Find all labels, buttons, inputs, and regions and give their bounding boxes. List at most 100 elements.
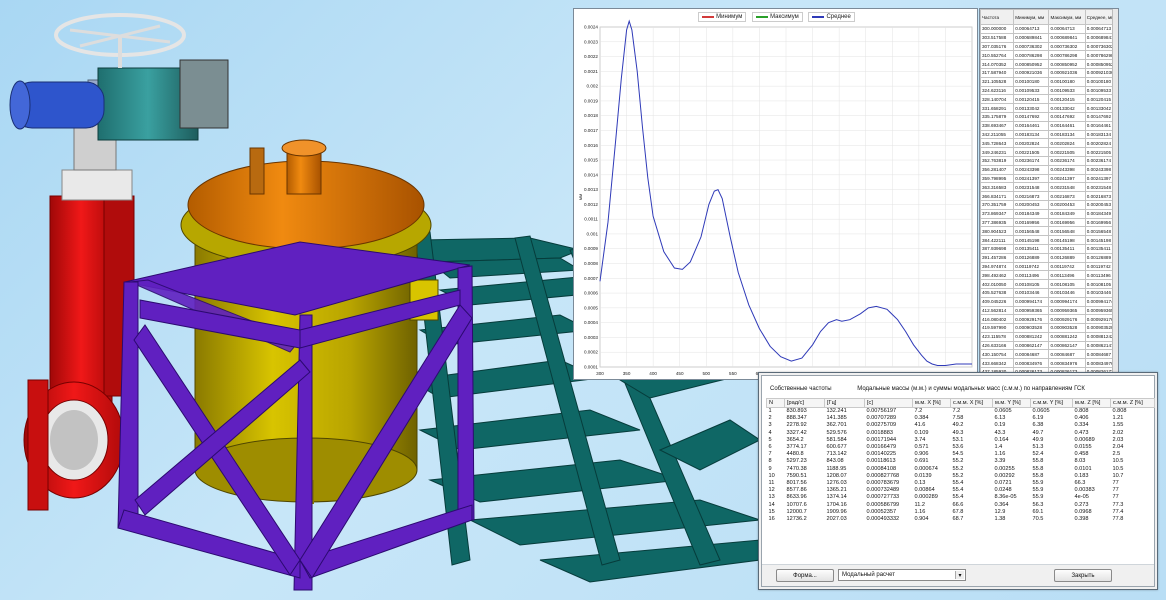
table-cell: 5297.23 <box>786 458 807 465</box>
shape-button[interactable]: Форма... <box>776 569 834 582</box>
table-cell: 314.070352 <box>980 59 1015 69</box>
table-row[interactable]: 16 12736.2 2027.03 0.000493332 0.904 68.7 1.38… <box>767 515 1155 522</box>
table-cell: 888.347 <box>786 415 807 422</box>
table-cell: 0.00103446 <box>1013 287 1050 298</box>
table-row: 416.080402 0.000929176 0.000929176 0.000929… <box>980 314 1118 325</box>
table-cell: 0.808 <box>1074 408 1089 415</box>
table-row: 335.175879 0.00147692 0.00147692 0.00147692 <box>980 111 1118 122</box>
table-cell: 0.0605 <box>994 408 1012 415</box>
table-row: 317.587940 0.000921036 0.000921036 0.000921… <box>980 67 1118 78</box>
table-cell: 0.00120415 <box>1048 94 1086 105</box>
table-cell: 0.0101 <box>1074 465 1092 472</box>
table-cell: 0.00216873 <box>1048 191 1086 201</box>
y-tick-label: 0.0002 <box>584 350 598 355</box>
table-cell: 2.03 <box>1112 436 1124 443</box>
value-table: Частота Минимум, мм Максимум, мм Среднее, м… <box>980 9 1118 377</box>
table-cell: 0.000834976 <box>1013 358 1050 369</box>
table-cell: 335.175879 <box>980 111 1015 122</box>
x-tick-label: 550 <box>729 371 737 376</box>
table-row[interactable]: 4 3327.42 529.576 0.0018883 0.109 49.3 43.3 49.… <box>767 429 1155 436</box>
y-tick-label: 0.0016 <box>584 143 598 148</box>
table-cell: 581.584 <box>826 436 847 443</box>
table-row[interactable]: 9 7470.38 1188.95 0.00084108 0.000674 55.2 0.0… <box>767 465 1155 472</box>
table-row: 321.105528 0.00100180 0.00100180 0.00100180 <box>980 76 1118 87</box>
table-cell: 68.7 <box>952 515 964 522</box>
table-cell: 0.00064713 <box>1013 24 1050 34</box>
table-row: 405.527638 0.00103446 0.00103446 0.00103446 <box>980 287 1118 298</box>
table-cell: 0.00135411 <box>1013 243 1050 254</box>
table-row: 377.386935 0.00169956 0.00169956 0.00169956 <box>980 217 1118 228</box>
table-cell: 342.211055 <box>980 129 1015 140</box>
chevron-down-icon[interactable]: ▾ <box>955 571 964 579</box>
table-cell: 1.16 <box>914 508 926 515</box>
table-cell: 713.142 <box>826 451 847 458</box>
table-row: 380.904523 0.00156548 0.00156548 0.00156548 <box>980 226 1118 237</box>
table-row[interactable]: 15 12000.7 1909.96 0.00052357 1.16 67.8 12.9 69… <box>767 508 1155 515</box>
table-cell: 307.035176 <box>980 41 1015 52</box>
table-cell: 10.5 <box>1112 458 1124 465</box>
table-cell: 0.00200453 <box>1013 199 1050 210</box>
table-cell: 405.527638 <box>980 287 1015 298</box>
table-cell: 0.00202824 <box>1013 138 1050 149</box>
table-cell: 0.00243398 <box>1048 164 1086 175</box>
table-row[interactable]: 12 8577.86 1365.21 0.000732489 0.00864 55.4 0.… <box>767 487 1155 494</box>
table-cell: 0.00171944 <box>866 436 897 443</box>
y-tick-label: 0.0024 <box>584 25 598 30</box>
table-cell: 303.517588 <box>980 32 1015 43</box>
table-cell: 426.633166 <box>980 340 1015 351</box>
table-cell: 0.00084108 <box>866 465 897 472</box>
modal-header: Собственные частоты Модальные массы (м.м… <box>770 386 1109 392</box>
table-row: 412.562814 0.000959365 0.000959365 0.000959… <box>980 305 1118 316</box>
table-cell: 66.3 <box>1074 479 1086 486</box>
x-tick-label: 500 <box>702 371 710 376</box>
table-cell: 0.000881242 <box>1013 331 1050 342</box>
table-cell: 380.904523 <box>980 226 1015 237</box>
table-cell: 8633.96 <box>786 494 807 501</box>
value-table-window: Частота Минимум, мм Максимум, мм Среднее, м… <box>979 8 1119 380</box>
table-cell: 384.422111 <box>980 235 1015 245</box>
table-cell: 0.00183134 <box>1013 129 1050 140</box>
table-row: 324.623116 0.00109533 0.00109533 0.00109533 <box>980 85 1118 96</box>
table-cell: 1.21 <box>1112 415 1124 422</box>
table-cell: 0.00140225 <box>866 451 897 458</box>
table-row: 423.115578 0.000881242 0.000881242 0.000881… <box>980 331 1118 342</box>
table-cell: 3 <box>768 422 772 429</box>
table-row[interactable]: 5 3654.2 581.584 0.00171944 3.74 53.1 0.164 49.… <box>767 436 1155 443</box>
table-cell: 0.00126889 <box>1013 252 1050 263</box>
table-row[interactable]: 11 8017.56 1276.03 0.000783679 0.13 55.4 0.072… <box>767 479 1155 486</box>
table-row[interactable]: 6 3774.17 600.677 0.00166479 0.571 53.6 1.4 51.… <box>767 443 1155 450</box>
table-cell: 0.406 <box>1074 415 1089 422</box>
modal-column-header-3: [с] <box>864 398 913 408</box>
table-cell: 1208.07 <box>826 472 847 479</box>
table-cell: 0.00183134 <box>1048 129 1086 140</box>
table-cell: 77 <box>1112 479 1119 486</box>
table-cell: 9 <box>768 465 772 472</box>
table-cell: 0.000994174 <box>1013 296 1050 307</box>
table-cell: 324.623116 <box>980 85 1015 96</box>
table-cell: 0.000786298 <box>1048 50 1086 61</box>
table-cell: 0.000674 <box>914 465 938 472</box>
value-table-scrollbar[interactable] <box>1112 9 1118 379</box>
analysis-type-select[interactable]: Модальный расчет ▾ <box>838 569 966 581</box>
table-row[interactable]: 3 2278.92 362.701 0.00275709 41.6 49.2 0.19 6.3… <box>767 422 1155 429</box>
table-row[interactable]: 2 888.347 141.385 0.00707289 0.384 7.58 6.13 6.… <box>767 415 1155 422</box>
table-row[interactable]: 14 10707.6 1704.16 0.000586799 11.2 66.6 0.364… <box>767 501 1155 508</box>
table-cell: 0.0018883 <box>866 429 893 436</box>
table-cell: 2027.03 <box>826 515 847 522</box>
close-button[interactable]: Закрыть <box>1054 569 1112 582</box>
table-row: 387.939698 0.00135411 0.00135411 0.00135411 <box>980 243 1118 254</box>
table-cell: 0.000862147 <box>1013 340 1050 351</box>
table-row[interactable]: 13 8633.96 1374.14 0.000727733 0.000289 55.4 8… <box>767 494 1155 501</box>
table-cell: 0.000736302 <box>1013 41 1050 52</box>
table-row: 384.422111 0.00145198 0.00145198 0.00145198 <box>980 235 1118 245</box>
table-cell: 0.164 <box>994 436 1009 443</box>
table-cell: 0.00756197 <box>866 408 897 415</box>
value-table-header-0: Частота <box>980 9 1015 25</box>
table-cell: 0.183 <box>1074 472 1089 479</box>
table-cell: 0.00113496 <box>1048 270 1086 281</box>
table-row[interactable]: 10 7590.51 1208.07 0.000827768 0.0139 55.2 0.0… <box>767 472 1155 479</box>
table-row[interactable]: 7 4480.8 713.142 0.00140225 0.906 54.5 1.16 52.… <box>767 451 1155 458</box>
table-row[interactable]: 1 830.893 132.241 0.00756197 7.2 7.2 0.0605 0.0… <box>767 408 1155 415</box>
table-row[interactable]: 8 5297.23 843.08 0.00118613 0.691 55.2 3.39 55.… <box>767 458 1155 465</box>
table-cell: 6 <box>768 444 772 451</box>
